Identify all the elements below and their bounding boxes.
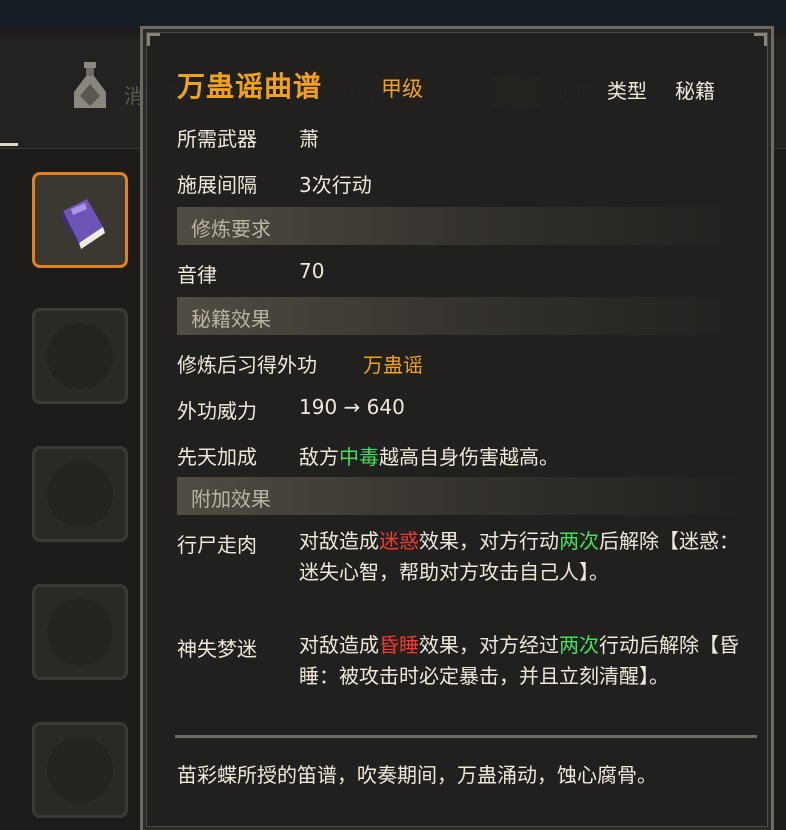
innate-label: 先天加成 [177,445,257,469]
effect-text: 效果，对方行动 [419,529,559,553]
item-grade: 甲级 [381,77,423,101]
active-tab-indicator [0,143,18,146]
learned-value: 万蛊谣 [363,353,423,377]
power-value: 190 → 640 [299,395,405,419]
inventory-slot[interactable] [32,584,128,680]
section-extra: 附加效果 [177,477,743,515]
top-bar [0,0,786,28]
innate-text: 敌方 [299,445,339,469]
interval-value: 3次行动 [299,173,372,197]
inventory-slot[interactable] [32,446,128,542]
section-requirements-label: 修炼要求 [191,217,271,241]
effect1-description: 对敌造成迷惑效果，对方行动两次后解除【迷惑：迷失心智，帮助对方攻击自己人】。 [299,526,739,588]
effect-text: 对敌造成 [299,529,379,553]
item-title: 万蛊谣曲谱 [177,70,323,103]
effect-text: 效果，对方经过 [419,633,559,657]
effect2-label: 神失梦迷 [177,637,257,661]
effect2-description: 对敌造成昏睡效果，对方经过两次行动后解除【昏睡：被攻击时必定暴击，并且立刻清醒】… [299,630,739,692]
effect1-label: 行尸走肉 [177,533,257,557]
frame-corner [147,33,160,46]
innate-text: 越高自身伤害越高。 [379,445,559,469]
music-label: 音律 [177,263,217,287]
keyword-count: 两次 [559,529,599,553]
section-effects-label: 秘籍效果 [191,307,271,331]
frame-corner [754,33,767,46]
keyword-poison: 中毒 [339,445,379,469]
inventory-slot-selected[interactable] [32,172,128,268]
music-value: 70 [299,259,325,283]
keyword-sleep: 昏睡 [379,633,419,657]
type-label: 类型 [607,79,647,103]
potion-icon[interactable] [70,62,110,114]
section-extra-label: 附加效果 [191,487,271,511]
innate-value: 敌方中毒越高自身伤害越高。 [299,441,559,470]
keyword-count: 两次 [559,633,599,657]
weapon-label: 所需武器 [177,127,257,151]
flavor-text: 苗彩蝶所授的笛谱，吹奏期间，万蛊涌动，蚀心腐骨。 [177,763,657,787]
power-label: 外功威力 [177,399,257,423]
inventory-slot[interactable] [32,722,128,818]
inventory-slot[interactable] [32,308,128,404]
section-requirements: 修炼要求 [177,207,743,245]
item-tooltip: 万蛊谣曲谱 甲级 类型 秘籍 所需武器 萧 施展间隔 3次行动 修炼要求 音律 … [140,26,774,830]
book-icon [61,199,105,249]
weapon-value: 萧 [299,127,319,151]
type-value: 秘籍 [675,79,715,103]
effect-text: 对敌造成 [299,633,379,657]
learned-label: 修炼后习得外功 [177,353,317,377]
divider [175,735,757,738]
section-effects: 秘籍效果 [177,297,743,335]
interval-label: 施展间隔 [177,173,257,197]
keyword-confuse: 迷惑 [379,529,419,553]
